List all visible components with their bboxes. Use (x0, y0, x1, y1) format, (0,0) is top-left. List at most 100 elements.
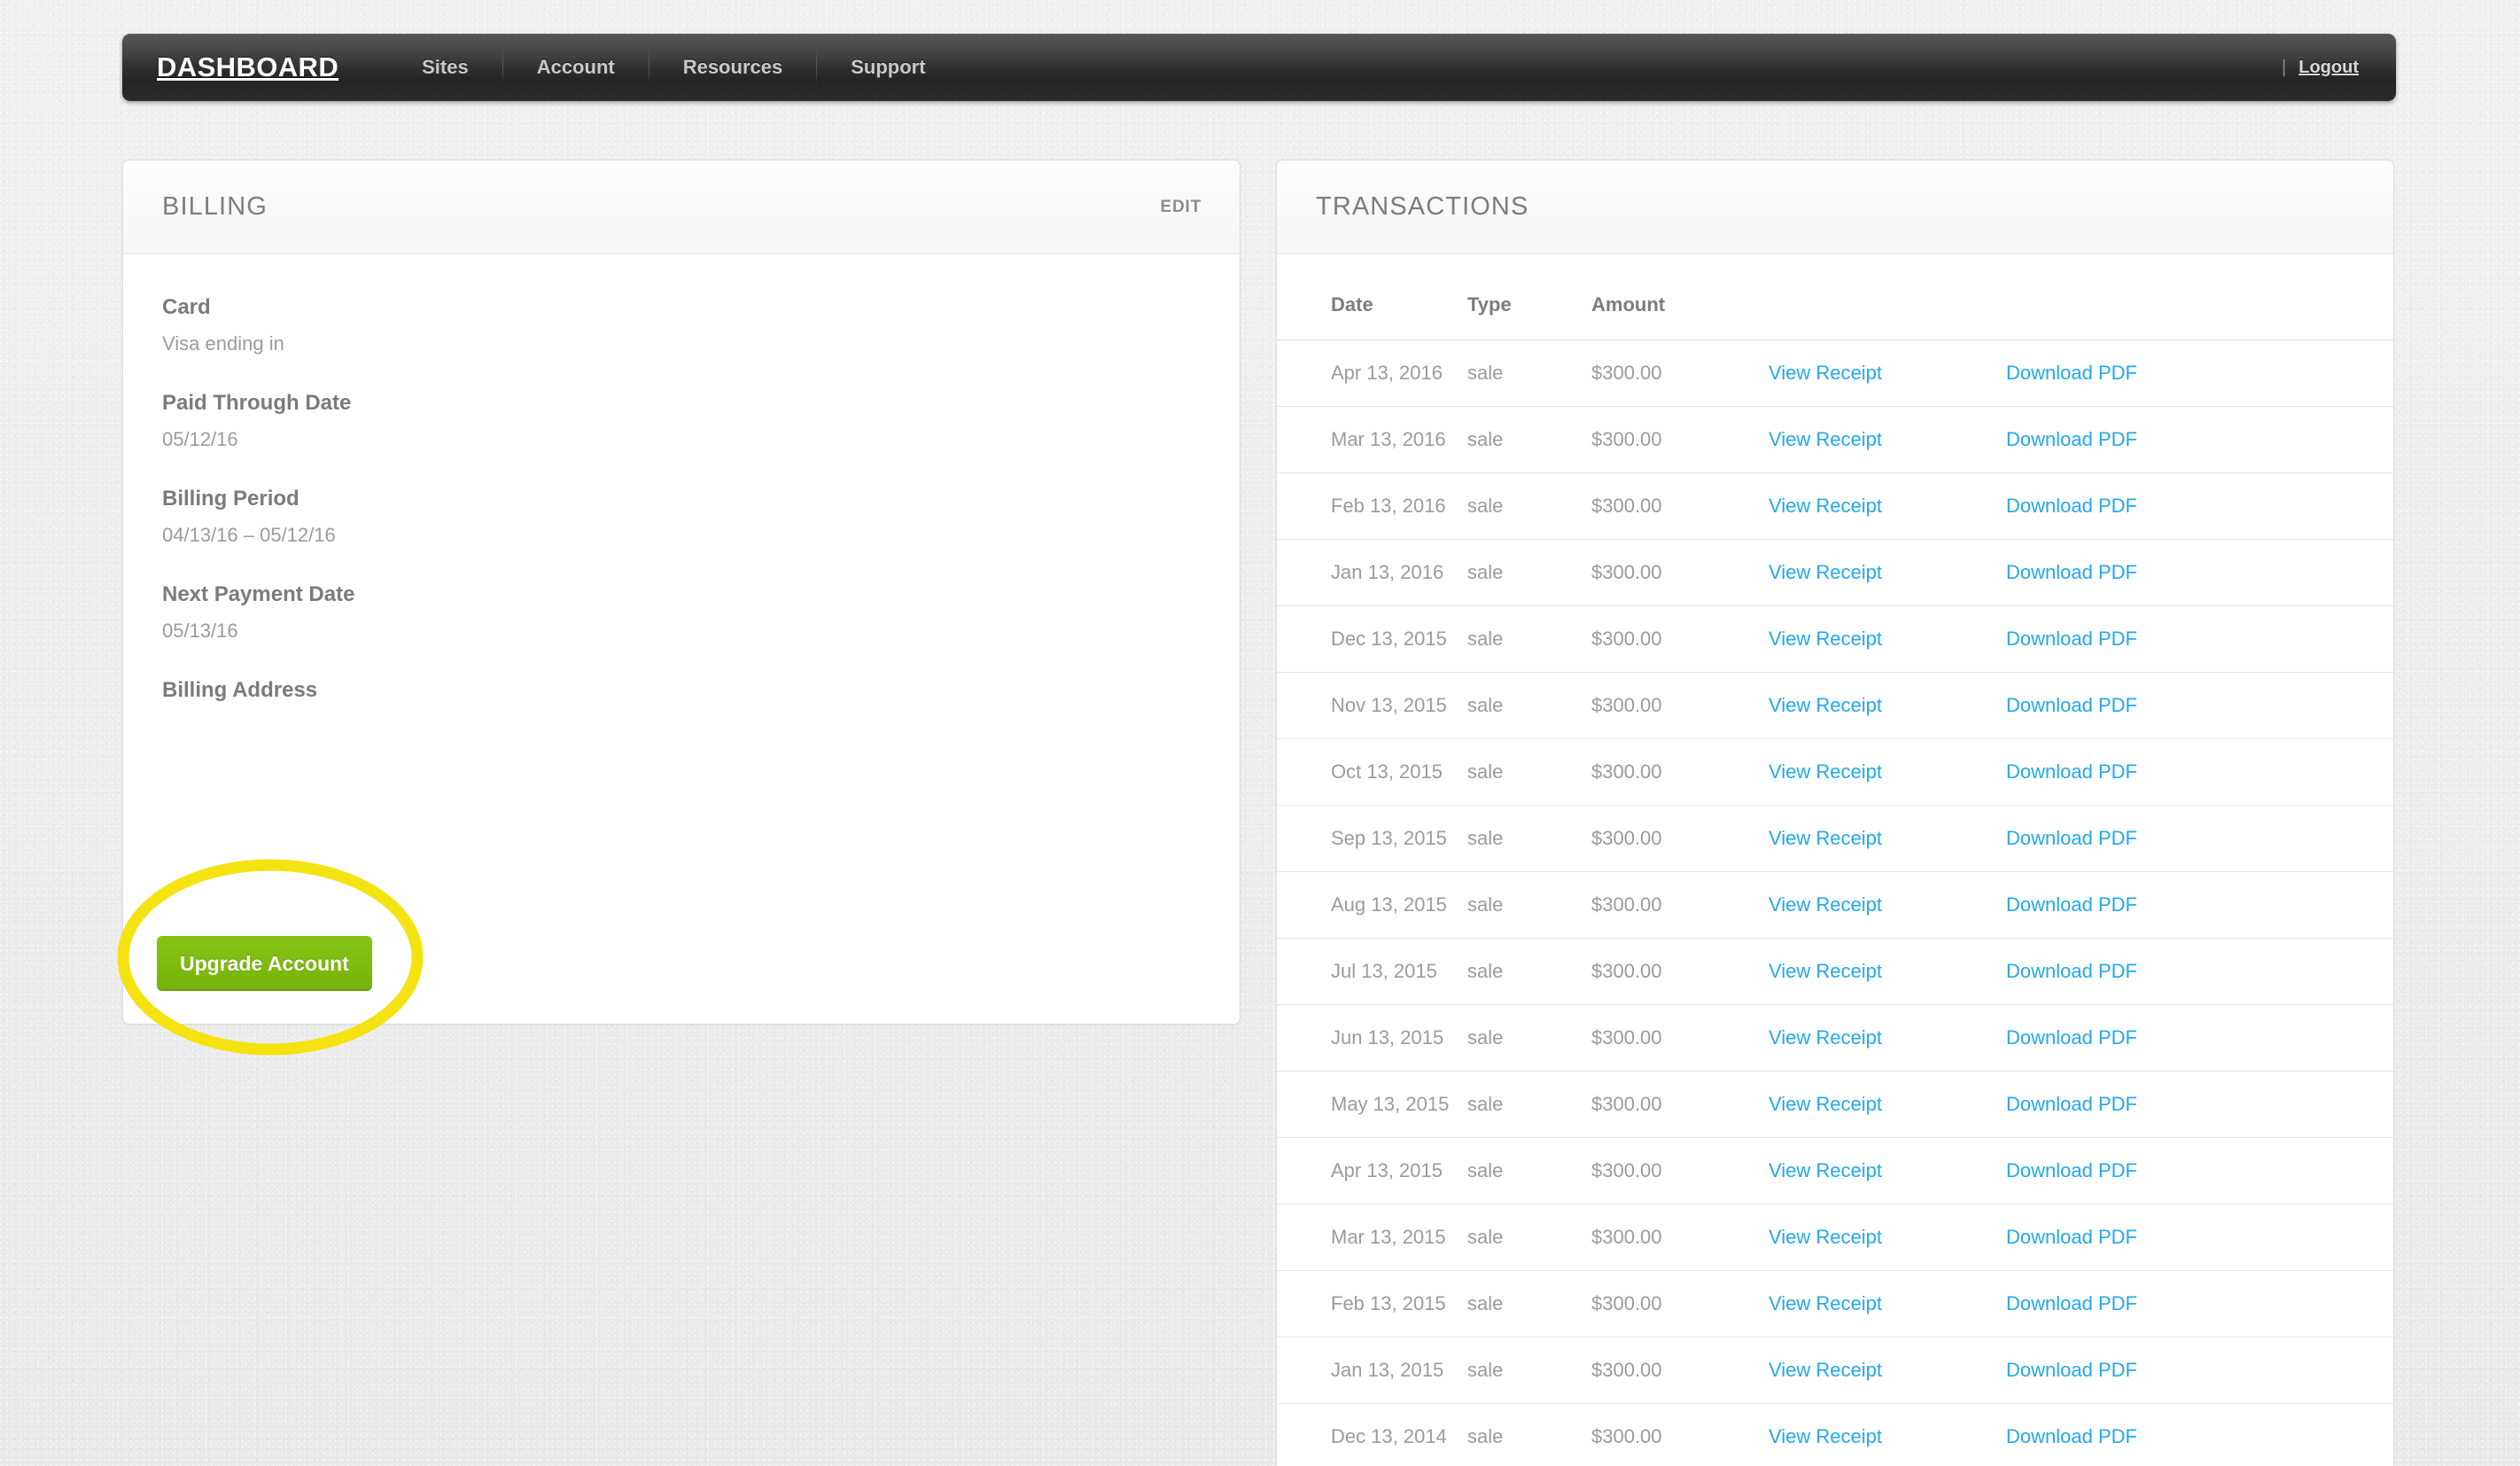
field-label-next-payment-date: Next Payment Date (162, 582, 355, 606)
table-row: Oct 13, 2015 sale $300.00 View Receipt Downl… (1277, 738, 2393, 806)
cell-amount: $300.00 (1591, 805, 1769, 872)
view-receipt-link[interactable]: View Receipt (1769, 893, 1882, 916)
cell-download-pdf: Download PDF (2006, 1071, 2393, 1138)
cell-date: Apr 13, 2015 (1277, 1137, 1467, 1205)
cell-type: sale (1467, 339, 1591, 407)
download-pdf-link[interactable]: Download PDF (2006, 495, 2137, 517)
cell-amount: $300.00 (1591, 472, 1769, 540)
cell-date: Apr 13, 2016 (1277, 339, 1467, 407)
cell-type: sale (1467, 805, 1591, 872)
cell-download-pdf: Download PDF (2006, 1004, 2393, 1072)
cell-type: sale (1467, 1071, 1591, 1138)
cell-download-pdf: Download PDF (2006, 1270, 2393, 1337)
nav-item-sites[interactable]: Sites (388, 34, 502, 101)
cell-amount: $300.00 (1591, 406, 1769, 473)
field-label-card: Card (162, 295, 211, 319)
table-row: Mar 13, 2015 sale $300.00 View Receipt Downl… (1277, 1204, 2393, 1271)
view-receipt-link[interactable]: View Receipt (1769, 1026, 1882, 1049)
cell-type: sale (1467, 1337, 1591, 1404)
cell-amount: $300.00 (1591, 539, 1769, 606)
view-receipt-link[interactable]: View Receipt (1769, 1359, 1882, 1381)
cell-view-receipt: View Receipt (1769, 805, 2006, 872)
cell-view-receipt: View Receipt (1769, 1004, 2006, 1072)
download-pdf-link[interactable]: Download PDF (2006, 1226, 2137, 1248)
cell-amount: $300.00 (1591, 1270, 1769, 1337)
download-pdf-link[interactable]: Download PDF (2006, 428, 2137, 450)
view-receipt-link[interactable]: View Receipt (1769, 1292, 1882, 1314)
nav-item-account[interactable]: Account (503, 34, 649, 101)
download-pdf-link[interactable]: Download PDF (2006, 893, 2137, 916)
download-pdf-link[interactable]: Download PDF (2006, 1425, 2137, 1447)
cell-view-receipt: View Receipt (1769, 1137, 2006, 1205)
billing-panel-title: BILLING (162, 192, 268, 221)
download-pdf-link[interactable]: Download PDF (2006, 561, 2137, 583)
brand-logo-dashboard[interactable]: DASHBOARD (157, 51, 338, 83)
download-pdf-link[interactable]: Download PDF (2006, 960, 2137, 982)
download-pdf-link[interactable]: Download PDF (2006, 1292, 2137, 1314)
nav-item-resources[interactable]: Resources (649, 34, 817, 101)
view-receipt-link[interactable]: View Receipt (1769, 1159, 1882, 1181)
table-row: Feb 13, 2015 sale $300.00 View Receipt Downl… (1277, 1270, 2393, 1337)
view-receipt-link[interactable]: View Receipt (1769, 1226, 1882, 1248)
table-row: Aug 13, 2015 sale $300.00 View Receipt Downl… (1277, 871, 2393, 939)
cell-download-pdf: Download PDF (2006, 339, 2393, 407)
column-header-amount: Amount (1591, 293, 1666, 316)
view-receipt-link[interactable]: View Receipt (1769, 561, 1882, 583)
cell-download-pdf: Download PDF (2006, 539, 2393, 606)
cell-view-receipt: View Receipt (1769, 1204, 2006, 1271)
nav-item-support[interactable]: Support (817, 34, 959, 101)
download-pdf-link[interactable]: Download PDF (2006, 362, 2137, 384)
table-row: Apr 13, 2015 sale $300.00 View Receipt Downl… (1277, 1137, 2393, 1205)
cell-date: Feb 13, 2015 (1277, 1270, 1467, 1337)
cell-amount: $300.00 (1591, 738, 1769, 806)
upgrade-account-button[interactable]: Upgrade Account (157, 936, 372, 991)
cell-download-pdf: Download PDF (2006, 472, 2393, 540)
download-pdf-link[interactable]: Download PDF (2006, 694, 2137, 716)
view-receipt-link[interactable]: View Receipt (1769, 362, 1882, 384)
cell-download-pdf: Download PDF (2006, 1204, 2393, 1271)
cell-view-receipt: View Receipt (1769, 738, 2006, 806)
download-pdf-link[interactable]: Download PDF (2006, 1093, 2137, 1115)
cell-view-receipt: View Receipt (1769, 1270, 2006, 1337)
top-navbar: DASHBOARD Sites Account Resources Suppor… (122, 34, 2396, 101)
cell-download-pdf: Download PDF (2006, 805, 2393, 872)
transactions-panel-header: TRANSACTIONS (1277, 160, 2393, 254)
cell-download-pdf: Download PDF (2006, 1137, 2393, 1205)
cell-amount: $300.00 (1591, 1004, 1769, 1072)
cell-download-pdf: Download PDF (2006, 1337, 2393, 1404)
table-row: Feb 13, 2016 sale $300.00 View Receipt Downl… (1277, 472, 2393, 540)
view-receipt-link[interactable]: View Receipt (1769, 760, 1882, 783)
cell-download-pdf: Download PDF (2006, 871, 2393, 939)
download-pdf-link[interactable]: Download PDF (2006, 760, 2137, 783)
view-receipt-link[interactable]: View Receipt (1769, 495, 1882, 517)
primary-nav: Sites Account Resources Support (388, 34, 959, 101)
transactions-table: Date Type Amount Apr 13, 2016 sale $300.00… (1277, 254, 2393, 1466)
cell-type: sale (1467, 1270, 1591, 1337)
cell-amount: $300.00 (1591, 672, 1769, 739)
view-receipt-link[interactable]: View Receipt (1769, 1425, 1882, 1447)
cell-download-pdf: Download PDF (2006, 738, 2393, 806)
column-header-receipt (1769, 254, 2006, 340)
view-receipt-link[interactable]: View Receipt (1769, 428, 1882, 450)
download-pdf-link[interactable]: Download PDF (2006, 827, 2137, 849)
cell-type: sale (1467, 406, 1591, 473)
download-pdf-link[interactable]: Download PDF (2006, 1159, 2137, 1181)
nav-right-group: | Logout (2282, 58, 2359, 78)
view-receipt-link[interactable]: View Receipt (1769, 628, 1882, 650)
cell-date: Feb 13, 2016 (1277, 472, 1467, 540)
table-header-row: Date Type Amount (1277, 254, 2393, 340)
view-receipt-link[interactable]: View Receipt (1769, 694, 1882, 716)
table-row: May 13, 2015 sale $300.00 View Receipt Downl… (1277, 1071, 2393, 1138)
download-pdf-link[interactable]: Download PDF (2006, 1359, 2137, 1381)
billing-edit-link[interactable]: EDIT (1161, 198, 1202, 217)
download-pdf-link[interactable]: Download PDF (2006, 1026, 2137, 1049)
cell-type: sale (1467, 1004, 1591, 1072)
cell-date: Sep 13, 2015 (1277, 805, 1467, 872)
cell-amount: $300.00 (1591, 1337, 1769, 1404)
download-pdf-link[interactable]: Download PDF (2006, 628, 2137, 650)
logout-link[interactable]: Logout (2298, 58, 2359, 78)
view-receipt-link[interactable]: View Receipt (1769, 827, 1882, 849)
view-receipt-link[interactable]: View Receipt (1769, 1093, 1882, 1115)
cell-type: sale (1467, 938, 1591, 1005)
view-receipt-link[interactable]: View Receipt (1769, 960, 1882, 982)
